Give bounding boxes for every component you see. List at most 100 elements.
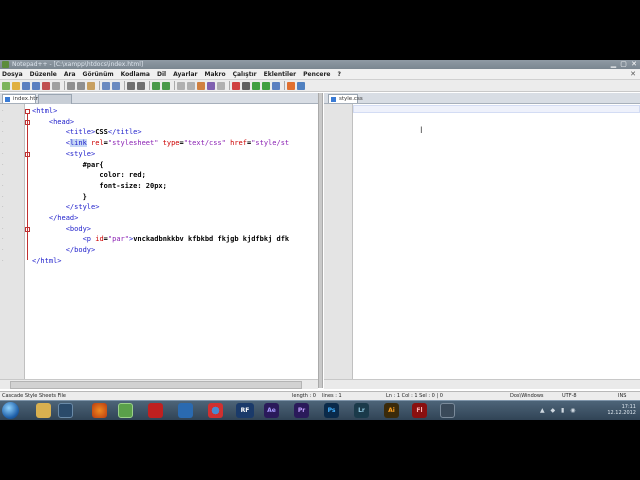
save-icon[interactable]: [22, 81, 30, 90]
code-token: <title>: [32, 128, 96, 137]
code-line[interactable]: <style>: [32, 149, 96, 160]
recorder-icon[interactable]: [440, 403, 455, 418]
sync-h-icon[interactable]: [187, 81, 195, 90]
code-line[interactable]: <html>: [32, 106, 57, 117]
illustrator-icon[interactable]: Ai: [384, 403, 399, 418]
screen: Notepad++ - [C:\xampp\htdocs\index.html]…: [0, 60, 640, 420]
undo-icon[interactable]: [102, 81, 110, 90]
zoom-in-icon[interactable]: [152, 81, 160, 90]
record-macro-icon[interactable]: [232, 81, 240, 90]
open-file-icon[interactable]: [12, 81, 20, 90]
gutter-marker: ·: [2, 172, 4, 179]
menu-macro[interactable]: Makro: [204, 71, 225, 78]
system-tray-icons[interactable]: ▲ ◆ ▮ ◉: [540, 407, 578, 414]
code-line[interactable]: #par{: [32, 160, 104, 171]
tab-empty[interactable]: [38, 94, 72, 104]
right-tab-bar: style.css: [324, 93, 640, 104]
play-macro-icon[interactable]: [252, 81, 260, 90]
code-line[interactable]: <p id="par">vnckadbnkkbv kfbkbd fkjgb kj…: [32, 234, 290, 245]
code-token: rel: [86, 139, 104, 148]
word-wrap-icon[interactable]: [197, 81, 205, 90]
code-line[interactable]: </body>: [32, 245, 96, 256]
code-line[interactable]: font-size: 20px;: [32, 181, 166, 192]
sync-v-icon[interactable]: [177, 81, 185, 90]
taskbar-slot[interactable]: [58, 403, 73, 418]
code-token: "stylesheet": [107, 139, 159, 148]
copy-icon[interactable]: [77, 81, 85, 90]
photoshop-icon[interactable]: Ps: [324, 403, 339, 418]
menu-search[interactable]: Ara: [64, 71, 76, 78]
code-line[interactable]: </html>: [32, 256, 62, 267]
window-controls[interactable]: ▁ ▢ ✕: [611, 60, 638, 69]
menu-encoding[interactable]: Kodlama: [121, 71, 150, 78]
save-all-icon[interactable]: [32, 81, 40, 90]
chrome-icon[interactable]: [208, 403, 223, 418]
code-line[interactable]: </head>: [32, 213, 79, 224]
fold-line: [27, 114, 28, 260]
explorer-icon[interactable]: [36, 403, 51, 418]
code-line[interactable]: <link rel="stylesheet" type="text/css" h…: [32, 138, 289, 149]
save-macro-icon[interactable]: [272, 81, 280, 90]
paste-icon[interactable]: [87, 81, 95, 90]
notepadpp-icon: [2, 61, 9, 68]
code-line[interactable]: }: [32, 192, 87, 203]
start-button[interactable]: [2, 402, 19, 419]
replace-icon[interactable]: [137, 81, 145, 90]
find-icon[interactable]: [127, 81, 135, 90]
plugin-icon[interactable]: [287, 81, 295, 90]
menu-settings[interactable]: Ayarlar: [173, 71, 197, 78]
close-icon[interactable]: [42, 81, 50, 90]
gutter-marker: ·: [2, 193, 4, 200]
menu-language[interactable]: Dil: [157, 71, 166, 78]
clock[interactable]: 17:11 12.12.2012: [607, 404, 636, 416]
toolbar-separator: [64, 81, 65, 90]
print-icon[interactable]: [52, 81, 60, 90]
menu-view[interactable]: Görünüm: [83, 71, 114, 78]
code-line[interactable]: <title>CSS</title>: [32, 127, 142, 138]
menu-file[interactable]: Dosya: [2, 71, 23, 78]
scroll-thumb[interactable]: [10, 381, 302, 389]
menu-edit[interactable]: Düzenle: [30, 71, 57, 78]
show-all-icon[interactable]: [207, 81, 215, 90]
menu-run[interactable]: Çalıştır: [233, 71, 257, 78]
zoom-out-icon[interactable]: [162, 81, 170, 90]
code-line[interactable]: <head>: [32, 117, 74, 128]
toolbar-separator: [149, 81, 150, 90]
editor-left[interactable]: · · · · · · · · · · · · · · · <html> <head> <title>CSS…: [0, 104, 318, 379]
horizontal-scrollbar[interactable]: [0, 379, 318, 389]
menu-help[interactable]: ?: [338, 71, 341, 78]
run-macro-icon[interactable]: [262, 81, 270, 90]
horizontal-scrollbar-right[interactable]: [324, 379, 640, 389]
notepadpp-taskbar-icon[interactable]: [118, 403, 133, 418]
menu-window[interactable]: Pencere: [303, 71, 330, 78]
code-line[interactable]: <body>: [32, 224, 91, 235]
rf-icon[interactable]: RF: [236, 403, 254, 418]
redo-icon[interactable]: [112, 81, 120, 90]
cut-icon[interactable]: [67, 81, 75, 90]
tab-style-css[interactable]: style.css: [328, 94, 363, 103]
premiere-icon[interactable]: Pr: [294, 403, 309, 418]
plugin-icon[interactable]: [297, 81, 305, 90]
code-line[interactable]: </style>: [32, 202, 100, 213]
indent-guide-icon[interactable]: [217, 81, 225, 90]
code-token: </title>: [107, 128, 142, 137]
new-file-icon[interactable]: [2, 81, 10, 90]
toolbar-separator: [229, 81, 230, 90]
menu-plugins[interactable]: Eklentiler: [264, 71, 297, 78]
flash-icon[interactable]: Fl: [412, 403, 427, 418]
after-effects-icon[interactable]: Ae: [264, 403, 279, 418]
lightroom-icon[interactable]: Lr: [354, 403, 369, 418]
code-line[interactable]: color: red;: [32, 170, 145, 181]
toolbar-separator: [174, 81, 175, 90]
media-player-icon[interactable]: [178, 403, 193, 418]
close-document-icon[interactable]: ✕: [630, 70, 636, 78]
filezilla-icon[interactable]: [148, 403, 163, 418]
editor-right[interactable]: I: [324, 104, 640, 379]
splitter[interactable]: [318, 93, 323, 388]
stop-macro-icon[interactable]: [242, 81, 250, 90]
firefox-icon[interactable]: [92, 403, 107, 418]
toolbar-separator: [99, 81, 100, 90]
gutter-marker: ·: [2, 257, 4, 264]
tab-index-html[interactable]: index.html: [2, 94, 42, 103]
toolbar-separator: [124, 81, 125, 90]
